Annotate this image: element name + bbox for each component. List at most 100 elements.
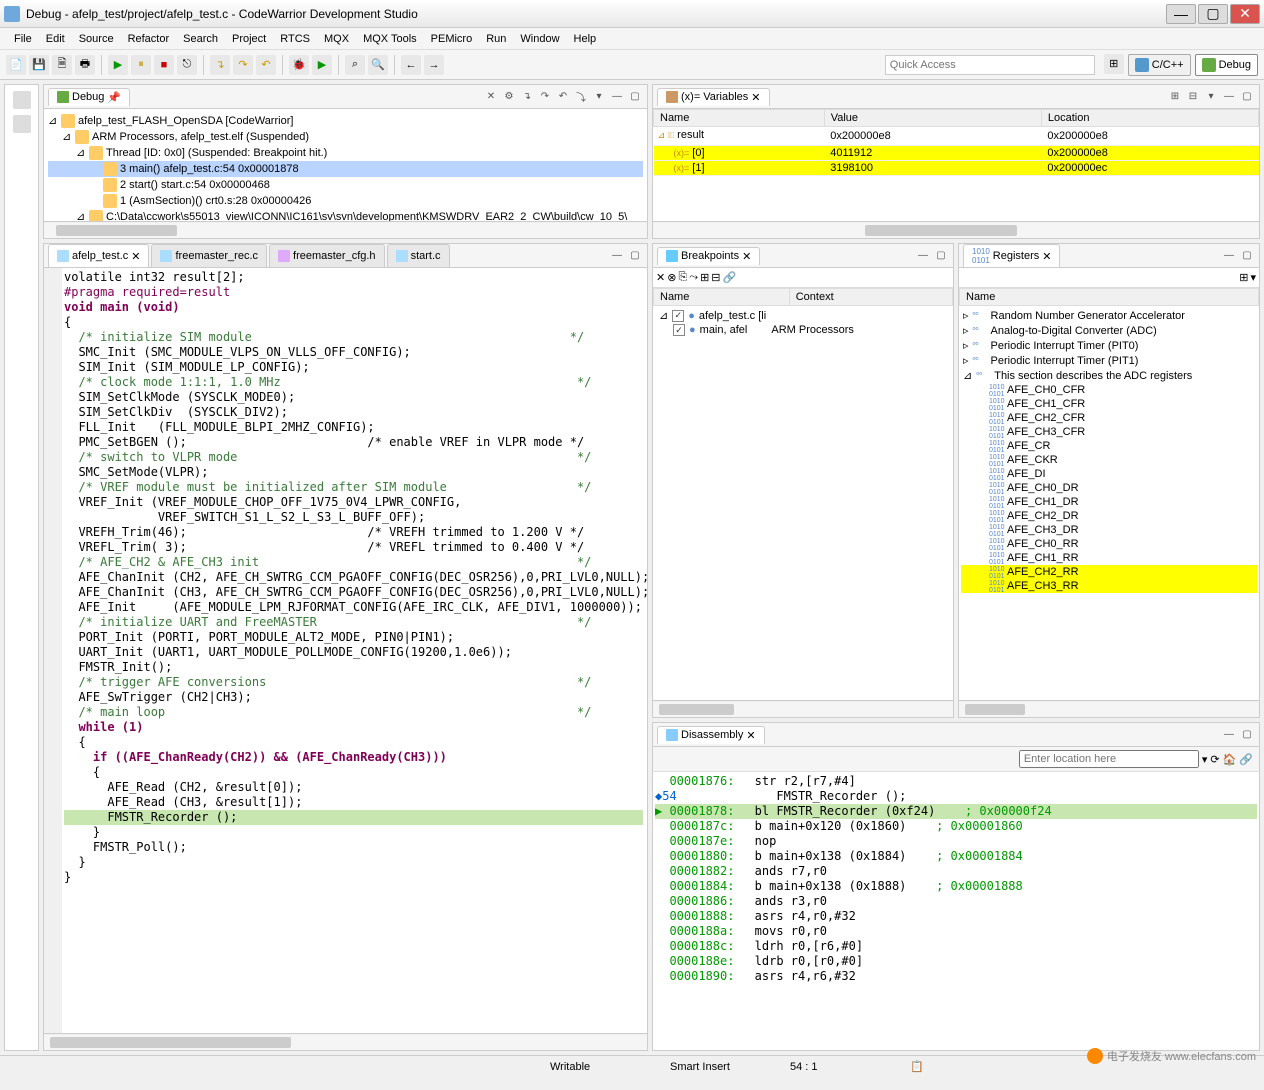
minimize-icon[interactable]: — <box>1221 248 1237 264</box>
reg-view-icon[interactable]: ▾ <box>1250 271 1256 284</box>
perspective-debug[interactable]: Debug <box>1195 54 1258 76</box>
menu-refactor[interactable]: Refactor <box>122 31 176 47</box>
bp-col-context[interactable]: Context <box>789 289 952 306</box>
minimize-button[interactable]: — <box>1166 4 1196 24</box>
disassembly-row[interactable]: 00001876: str r2,[r7,#4] <box>655 774 1257 789</box>
register-item[interactable]: 10100101AFE_CH3_DR <box>961 523 1257 537</box>
save-all-button[interactable]: 🗎 <box>52 55 72 75</box>
suspend-button[interactable]: ⏸ <box>131 55 151 75</box>
tab-disassembly[interactable]: Disassembly ✕ <box>657 726 765 744</box>
goto-icon[interactable]: ⎘ <box>678 271 687 284</box>
reg-format-icon[interactable]: ⊞ <box>1239 271 1248 284</box>
debug-stack-item[interactable]: 1 (AsmSection)() crt0.s:28 0x00000426 <box>48 193 643 209</box>
link-icon[interactable]: 🔗 <box>723 271 737 284</box>
tab-debug[interactable]: Debug 📌 <box>48 88 130 106</box>
menu-window[interactable]: Window <box>514 31 565 47</box>
variable-row[interactable]: (x)= [0]40119120x200000e8 <box>654 146 1259 161</box>
reg-col-name[interactable]: Name <box>960 289 1259 306</box>
tab-afelp-test[interactable]: afelp_test.c ✕ <box>48 244 149 267</box>
register-item[interactable]: 10100101AFE_CH2_CFR <box>961 411 1257 425</box>
disconnect-button[interactable]: ⎋ <box>177 55 197 75</box>
menu-help[interactable]: Help <box>568 31 603 47</box>
disassembly-row[interactable]: 0000188e: ldrb r0,[r0,#0] <box>655 954 1257 969</box>
disassembly-row[interactable]: ◆54 FMSTR_Recorder (); <box>655 789 1257 804</box>
maximize-icon[interactable]: ▢ <box>1239 727 1255 743</box>
debug-stack-item[interactable]: ⊿C:\Data\ccwork\s55013_view\ICONN\IC161\… <box>48 209 643 221</box>
maximize-button[interactable]: ▢ <box>1198 4 1228 24</box>
step-return-icon[interactable]: ↶ <box>555 89 571 105</box>
register-item[interactable]: 10100101AFE_CH2_RR <box>961 565 1257 579</box>
close-icon[interactable]: ✕ <box>131 250 140 263</box>
tab-registers[interactable]: 10100101 Registers ✕ <box>963 244 1060 267</box>
view-menu-icon[interactable]: ▾ <box>591 89 607 105</box>
register-group[interactable]: ▹ᵒᵒRandom Number Generator Accelerator <box>961 308 1257 323</box>
disassembly-row[interactable]: 00001888: asrs r4,r0,#32 <box>655 909 1257 924</box>
disassembly-row[interactable]: 00001882: ands r7,r0 <box>655 864 1257 879</box>
close-button[interactable]: ✕ <box>1230 4 1260 24</box>
disassembly-row[interactable]: 00001890: asrs r4,r6,#32 <box>655 969 1257 984</box>
tab-variables[interactable]: (x)= Variables ✕ <box>657 88 770 106</box>
remove-all-icon[interactable]: ⊗ <box>667 271 676 284</box>
show-type-icon[interactable]: ⊞ <box>1167 89 1183 105</box>
disassembly-row[interactable]: 00001880: b main+0x138 (0x1884) ; 0x0000… <box>655 849 1257 864</box>
home-icon[interactable]: 🏠 <box>1223 753 1237 766</box>
drop-to-frame-icon[interactable]: ⤵ <box>573 89 589 105</box>
register-group[interactable]: ⊿ᵒᵒThis section describes the ADC regist… <box>961 368 1257 383</box>
register-item[interactable]: 10100101AFE_CH0_CFR <box>961 383 1257 397</box>
col-value[interactable]: Value <box>824 110 1041 127</box>
maximize-icon[interactable]: ▢ <box>933 248 949 264</box>
register-item[interactable]: 10100101AFE_CH3_RR <box>961 579 1257 593</box>
new-button[interactable]: 📄 <box>6 55 26 75</box>
register-item[interactable]: 10100101AFE_CH1_DR <box>961 495 1257 509</box>
minimize-icon[interactable]: — <box>1221 727 1237 743</box>
remove-bp-icon[interactable]: ✕ <box>656 271 665 284</box>
menu-edit[interactable]: Edit <box>40 31 71 47</box>
restore-icon[interactable] <box>13 91 31 109</box>
save-button[interactable]: 💾 <box>29 55 49 75</box>
open-perspective-button[interactable]: ⊞ <box>1104 54 1124 74</box>
step-over-icon[interactable]: ↷ <box>233 55 253 75</box>
step-into-icon[interactable]: ↴ <box>210 55 230 75</box>
variable-row[interactable]: ⊿ 🗉 result0x200000e80x200000e8 <box>654 127 1259 146</box>
collapse-icon[interactable]: ⊟ <box>711 271 720 284</box>
debug-stack-item[interactable]: ⊿afelp_test_FLASH_OpenSDA [CodeWarrior] <box>48 113 643 129</box>
refresh-icon[interactable]: ⟳ <box>1210 753 1219 766</box>
location-dropdown-icon[interactable]: ▾ <box>1202 753 1208 766</box>
terminate-button[interactable]: ■ <box>154 55 174 75</box>
collapse-icon[interactable]: ⊟ <box>1185 89 1201 105</box>
perspective-cpp[interactable]: C/C++ <box>1128 54 1191 76</box>
menu-pemicro[interactable]: PEMicro <box>425 31 479 47</box>
debug-stack-item[interactable]: ⊿Thread [ID: 0x0] (Suspended: Breakpoint… <box>48 145 643 161</box>
register-item[interactable]: 10100101AFE_CH3_CFR <box>961 425 1257 439</box>
minimize-icon[interactable]: — <box>609 89 625 105</box>
register-item[interactable]: 10100101AFE_CH1_CFR <box>961 397 1257 411</box>
menu-mqx-tools[interactable]: MQX Tools <box>357 31 423 47</box>
disassembly-row[interactable]: 0000188c: ldrh r0,[r6,#0] <box>655 939 1257 954</box>
register-item[interactable]: 10100101AFE_CH0_DR <box>961 481 1257 495</box>
back-button[interactable]: ← <box>401 55 421 75</box>
menu-source[interactable]: Source <box>73 31 120 47</box>
resume-button[interactable]: ▶ <box>108 55 128 75</box>
minimize-icon[interactable]: — <box>1221 89 1237 105</box>
breakpoint-item[interactable]: ✓●main, afelARM Processors <box>655 323 951 337</box>
step-over-icon[interactable]: ↷ <box>537 89 553 105</box>
register-item[interactable]: 10100101AFE_CR <box>961 439 1257 453</box>
forward-button[interactable]: → <box>424 55 444 75</box>
register-item[interactable]: 10100101AFE_CH0_RR <box>961 537 1257 551</box>
register-item[interactable]: 10100101AFE_CH2_DR <box>961 509 1257 523</box>
debug-stack-item[interactable]: 3 main() afelp_test.c:54 0x00001878 <box>48 161 643 177</box>
minimize-icon[interactable]: — <box>609 248 625 264</box>
skip-icon[interactable]: ⤳ <box>689 271 698 284</box>
expand-icon[interactable]: ⊞ <box>700 271 709 284</box>
bp-col-name[interactable]: Name <box>654 289 790 306</box>
register-group[interactable]: ▹ᵒᵒAnalog-to-Digital Converter (ADC) <box>961 323 1257 338</box>
disassembly-row[interactable]: 00001884: b main+0x138 (0x1888) ; 0x0000… <box>655 879 1257 894</box>
tab-freemaster-rec[interactable]: freemaster_rec.c <box>151 244 267 267</box>
register-group[interactable]: ▹ᵒᵒPeriodic Interrupt Timer (PIT1) <box>961 353 1257 368</box>
register-item[interactable]: 10100101AFE_CH1_RR <box>961 551 1257 565</box>
col-location[interactable]: Location <box>1041 110 1258 127</box>
status-icon[interactable]: 📋 <box>910 1060 924 1073</box>
print-button[interactable]: 🖶 <box>75 55 95 75</box>
menu-rtcs[interactable]: RTCS <box>274 31 316 47</box>
disassembly-row[interactable]: ▶ 00001878: bl FMSTR_Recorder (0xf24) ; … <box>655 804 1257 819</box>
